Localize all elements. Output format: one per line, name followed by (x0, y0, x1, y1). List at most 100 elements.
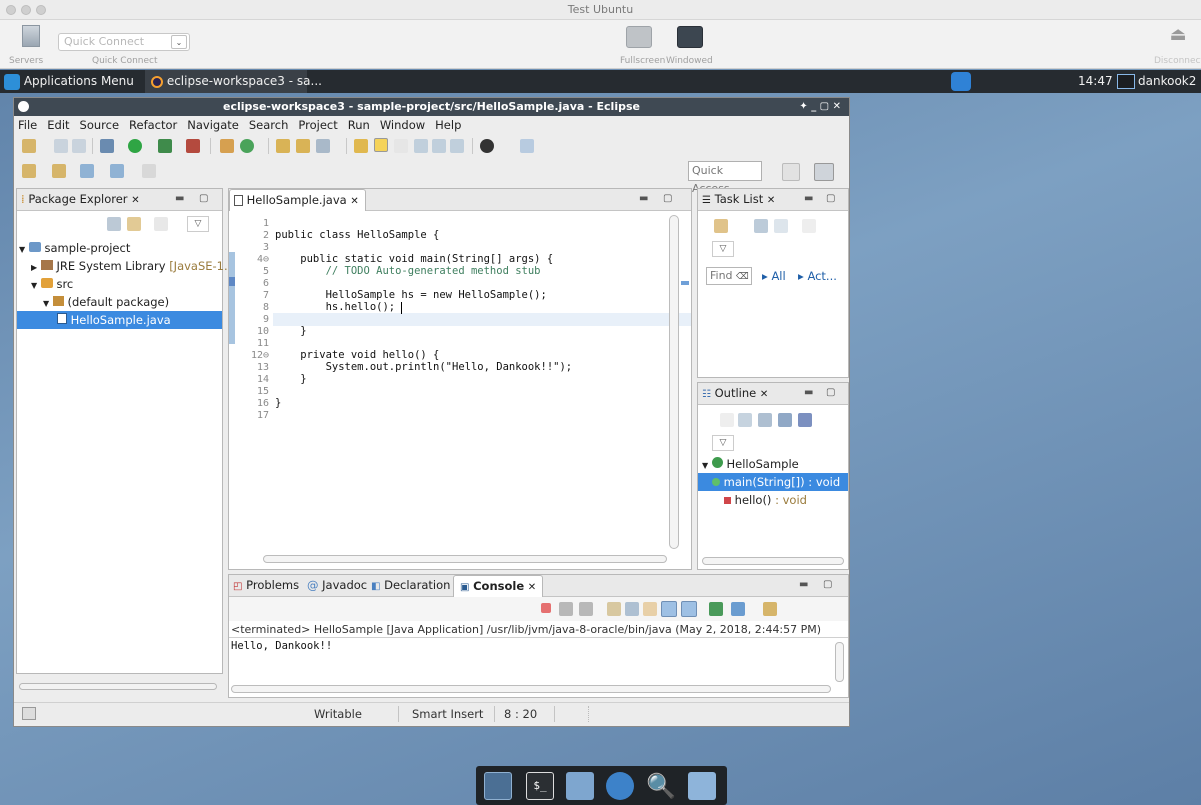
minimize-icon[interactable]: ▬ (804, 387, 813, 398)
servers-icon[interactable] (22, 25, 40, 47)
open-type-icon[interactable] (276, 139, 290, 153)
vertical-scrollbar[interactable] (835, 642, 844, 682)
code-area[interactable]: 1 2 3 4⊖ 5 6 7 8 9 10 11 12⊖ 13 14 15 16… (229, 217, 669, 547)
close-icon[interactable]: ✕ (528, 582, 536, 593)
minimize-icon[interactable]: ▬ (639, 193, 648, 204)
monitor-icon[interactable] (1117, 74, 1135, 89)
sort-icon[interactable] (720, 413, 734, 427)
quick-access-input[interactable]: Quick Access (688, 161, 762, 195)
panel-clock[interactable]: 14:47 (1078, 70, 1113, 93)
view-menu-icon[interactable]: ▽ (712, 435, 734, 451)
prev-annotation-icon[interactable] (432, 139, 446, 153)
hide-nonpublic-icon[interactable] (798, 413, 812, 427)
terminal-icon[interactable]: $_ (526, 772, 554, 800)
close-icon[interactable]: ✕ (767, 195, 775, 206)
quick-connect-input[interactable]: Quick Connect ⌄ (58, 33, 190, 51)
folder-icon[interactable] (688, 772, 716, 800)
highlight-icon[interactable] (374, 138, 388, 152)
tree-item-sample-project[interactable]: ▼ sample-project (17, 239, 222, 257)
external-tools-icon[interactable] (186, 139, 200, 153)
back-arrow-icon[interactable] (110, 164, 124, 178)
tab-problems[interactable]: ◰ Problems (229, 575, 305, 597)
view-menu-icon[interactable]: ▽ (187, 216, 209, 232)
view-menu-icon[interactable]: ▽ (712, 241, 734, 257)
scroll-lock-icon[interactable] (625, 602, 639, 616)
search-icon[interactable]: 🔍 (646, 772, 676, 800)
pin-icon[interactable] (520, 139, 534, 153)
collapse-icon[interactable] (774, 219, 788, 233)
tab-console[interactable]: ▣ Console ✕ (453, 575, 544, 597)
outline-item-hello[interactable]: hello() : void (698, 491, 848, 509)
fullscreen-icon[interactable] (626, 26, 652, 48)
save-all-icon[interactable] (72, 139, 86, 153)
tab-javadoc[interactable]: @ Javadoc (301, 575, 373, 597)
last-edit-icon[interactable] (450, 139, 464, 153)
tasks-all-link[interactable]: ▸ All (762, 269, 786, 283)
new-icon[interactable] (22, 139, 36, 153)
show-stdout-icon[interactable] (661, 601, 677, 617)
tab-outline[interactable]: ☷ Outline ✕ (698, 383, 774, 405)
applications-menu-button[interactable]: Applications Menu (4, 70, 134, 93)
new-task-icon[interactable] (714, 219, 728, 233)
tree-item-default-package[interactable]: ▼ (default package) (17, 293, 222, 311)
menu-search[interactable]: Search (249, 118, 289, 132)
menu-run[interactable]: Run (348, 118, 370, 132)
eject-icon[interactable]: ⏏ (1168, 26, 1188, 44)
close-icon[interactable]: ✕ (131, 195, 139, 206)
close-icon[interactable]: ✕ (760, 389, 768, 400)
debug-icon[interactable] (100, 139, 114, 153)
back-icon[interactable] (80, 164, 94, 178)
minimize-icon[interactable]: ▬ (804, 193, 813, 204)
window-controls[interactable]: ✦ _ ▢ ✕ (799, 98, 841, 116)
horizontal-scrollbar[interactable] (702, 557, 844, 565)
next-annotation-icon[interactable] (414, 139, 428, 153)
menu-help[interactable]: Help (435, 118, 461, 132)
new-package-icon[interactable] (220, 139, 234, 153)
tab-task-list[interactable]: ☰ Task List ✕ (698, 189, 781, 211)
menu-source[interactable]: Source (80, 118, 120, 132)
tree-item-src[interactable]: ▼ src (17, 275, 222, 293)
run-config-icon[interactable] (158, 139, 172, 153)
zoom-window-button[interactable] (36, 5, 46, 15)
toggle-mark-icon[interactable] (354, 139, 368, 153)
maximize-icon[interactable]: ▢ (663, 193, 672, 204)
minimize-window-button[interactable] (21, 5, 31, 15)
console-output-area[interactable]: Hello, Dankook!! (229, 637, 848, 683)
collapse-all-icon[interactable] (738, 413, 752, 427)
fast-view-icon[interactable] (22, 707, 36, 720)
task-find-input[interactable]: Find ⌫ (706, 267, 752, 285)
filter-icon[interactable] (754, 219, 768, 233)
link-editor-icon[interactable] (127, 217, 141, 231)
save-icon[interactable] (54, 139, 68, 153)
show-stderr-icon[interactable] (681, 601, 697, 617)
horizontal-scrollbar[interactable] (19, 683, 217, 690)
profile-icon[interactable] (480, 139, 494, 153)
outline-item-class[interactable]: ▼ HelloSample (698, 455, 848, 473)
display-console-icon[interactable] (731, 602, 745, 616)
tree-item-hellosample-java[interactable]: HelloSample.java (17, 311, 222, 329)
focus-icon[interactable] (154, 217, 168, 231)
workspace-switcher-icon[interactable] (951, 72, 971, 91)
pin-console-icon[interactable] (709, 602, 723, 616)
menu-edit[interactable]: Edit (47, 118, 69, 132)
block-icon[interactable] (394, 139, 408, 153)
horizontal-scrollbar[interactable] (231, 685, 831, 693)
new-class-icon[interactable] (240, 139, 254, 153)
menu-navigate[interactable]: Navigate (187, 118, 239, 132)
outline-item-main[interactable]: main(String[]) : void (698, 473, 848, 491)
chevron-down-icon[interactable]: ⌄ (171, 35, 187, 49)
remove-launch-icon[interactable] (559, 602, 573, 616)
close-window-button[interactable] (6, 5, 16, 15)
tree-item-jre[interactable]: ▶ JRE System Library [JavaSE-1.8 (17, 257, 235, 275)
tasks-activate-link[interactable]: ▸ Act... (798, 269, 837, 283)
windowed-icon[interactable] (677, 26, 703, 48)
collapse-all-icon[interactable] (107, 217, 121, 231)
java-perspective-icon[interactable] (814, 163, 834, 181)
web-browser-icon[interactable] (606, 772, 634, 800)
panel-user[interactable]: dankook2 (1138, 70, 1196, 93)
search-icon[interactable] (316, 139, 330, 153)
maximize-icon[interactable]: ▢ (826, 193, 835, 204)
word-wrap-icon[interactable] (643, 602, 657, 616)
menu-window[interactable]: Window (380, 118, 425, 132)
open-perspective-icon[interactable] (782, 163, 800, 181)
